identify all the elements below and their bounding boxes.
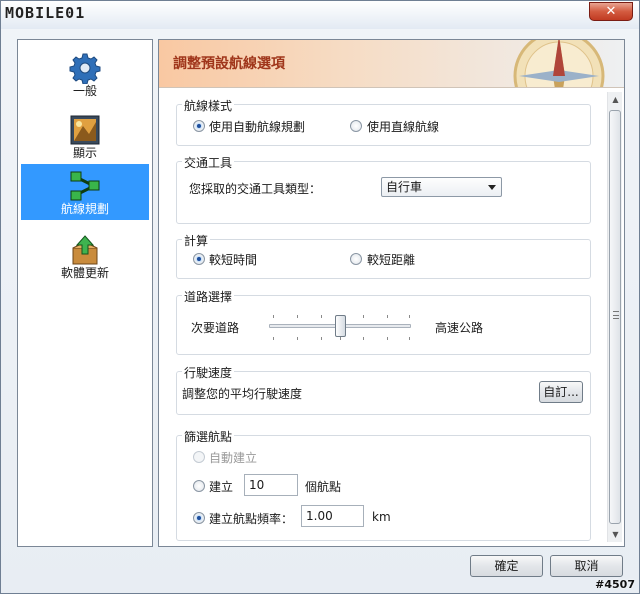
scroll-down-icon[interactable]: ▼: [608, 527, 623, 542]
waypoint-frequency-input[interactable]: 1.00: [301, 505, 364, 527]
speed-title: 行駛速度: [182, 364, 235, 381]
radio-shorter-time[interactable]: [193, 253, 205, 265]
scrollbar-thumb[interactable]: [609, 110, 621, 524]
gear-icon: [69, 52, 101, 85]
speed-description: 調整您的平均行駛速度: [182, 387, 303, 401]
vertical-scrollbar[interactable]: ▲ ▼: [607, 92, 622, 542]
route-style-title: 航線樣式: [182, 97, 235, 114]
sidebar-item-route-planning[interactable]: 航線規劃: [21, 164, 149, 220]
radio-shorter-distance-label: 較短距離: [367, 253, 416, 267]
waypoint-frequency-unit: km: [372, 510, 391, 524]
title-bar: MOBILE01 ✕: [1, 1, 639, 29]
customize-speed-button[interactable]: 自訂...: [539, 381, 583, 403]
road-right-label: 高速公路: [435, 321, 484, 335]
calculation-title: 計算: [182, 232, 211, 249]
transport-title: 交通工具: [182, 154, 235, 171]
road-left-label: 次要道路: [191, 321, 240, 335]
chevron-down-icon: [488, 185, 496, 190]
radio-straight-route[interactable]: [350, 120, 362, 132]
radio-shorter-distance[interactable]: [350, 253, 362, 265]
sidebar-item-general[interactable]: 一般: [21, 46, 149, 102]
sidebar-item-label: 顯示: [72, 146, 97, 160]
sidebar-item-software-update[interactable]: 軟體更新: [21, 228, 149, 284]
radio-straight-route-label: 使用直線航線: [367, 120, 440, 134]
ok-button[interactable]: 確定: [470, 555, 543, 577]
close-button[interactable]: ✕: [589, 2, 633, 21]
waypoint-count-unit: 個航點: [305, 480, 342, 494]
waypoints-title: 篩選航點: [182, 428, 235, 445]
radio-auto-route-label: 使用自動航線規劃: [209, 120, 306, 134]
radio-auto-create[interactable]: [193, 451, 205, 463]
watermark-text: #4507: [595, 578, 635, 591]
cancel-button[interactable]: 取消: [550, 555, 623, 577]
transport-select[interactable]: 自行車: [381, 177, 502, 197]
panel-title: 調整預設航線選項: [173, 56, 285, 72]
scroll-up-icon[interactable]: ▲: [608, 92, 623, 107]
radio-create-count[interactable]: [193, 480, 205, 492]
route-icon: [69, 170, 101, 202]
brand-logo: MOBILE01: [5, 4, 86, 22]
settings-window: MOBILE01 ✕ 一般 顯示 航線規劃 軟體更新 調整預設航線選項 ▲ ▼ …: [0, 0, 640, 594]
radio-create-frequency[interactable]: [193, 512, 205, 524]
sidebar-item-display[interactable]: 顯示: [21, 108, 149, 164]
transport-prompt: 您採取的交通工具類型：: [189, 182, 322, 196]
radio-auto-route[interactable]: [193, 120, 205, 132]
road-slider-thumb[interactable]: [335, 315, 346, 337]
radio-create-frequency-label: 建立航點頻率：: [209, 512, 294, 526]
sidebar-nav: 一般 顯示 航線規劃 軟體更新: [17, 39, 153, 547]
update-icon: [69, 234, 101, 266]
radio-create-count-label: 建立: [209, 480, 234, 494]
radio-auto-create-label: 自動建立: [209, 451, 258, 465]
waypoint-count-input[interactable]: 10: [244, 474, 298, 496]
panel-header: 調整預設航線選項: [159, 40, 624, 88]
transport-select-value: 自行車: [386, 180, 423, 194]
display-icon: [69, 114, 101, 146]
compass-icon: [513, 40, 605, 87]
road-selection-title: 道路選擇: [182, 288, 235, 305]
sidebar-item-label: 軟體更新: [60, 266, 109, 280]
radio-shorter-time-label: 較短時間: [209, 253, 258, 267]
sidebar-item-label: 一般: [72, 84, 97, 98]
sidebar-item-label: 航線規劃: [60, 202, 109, 216]
